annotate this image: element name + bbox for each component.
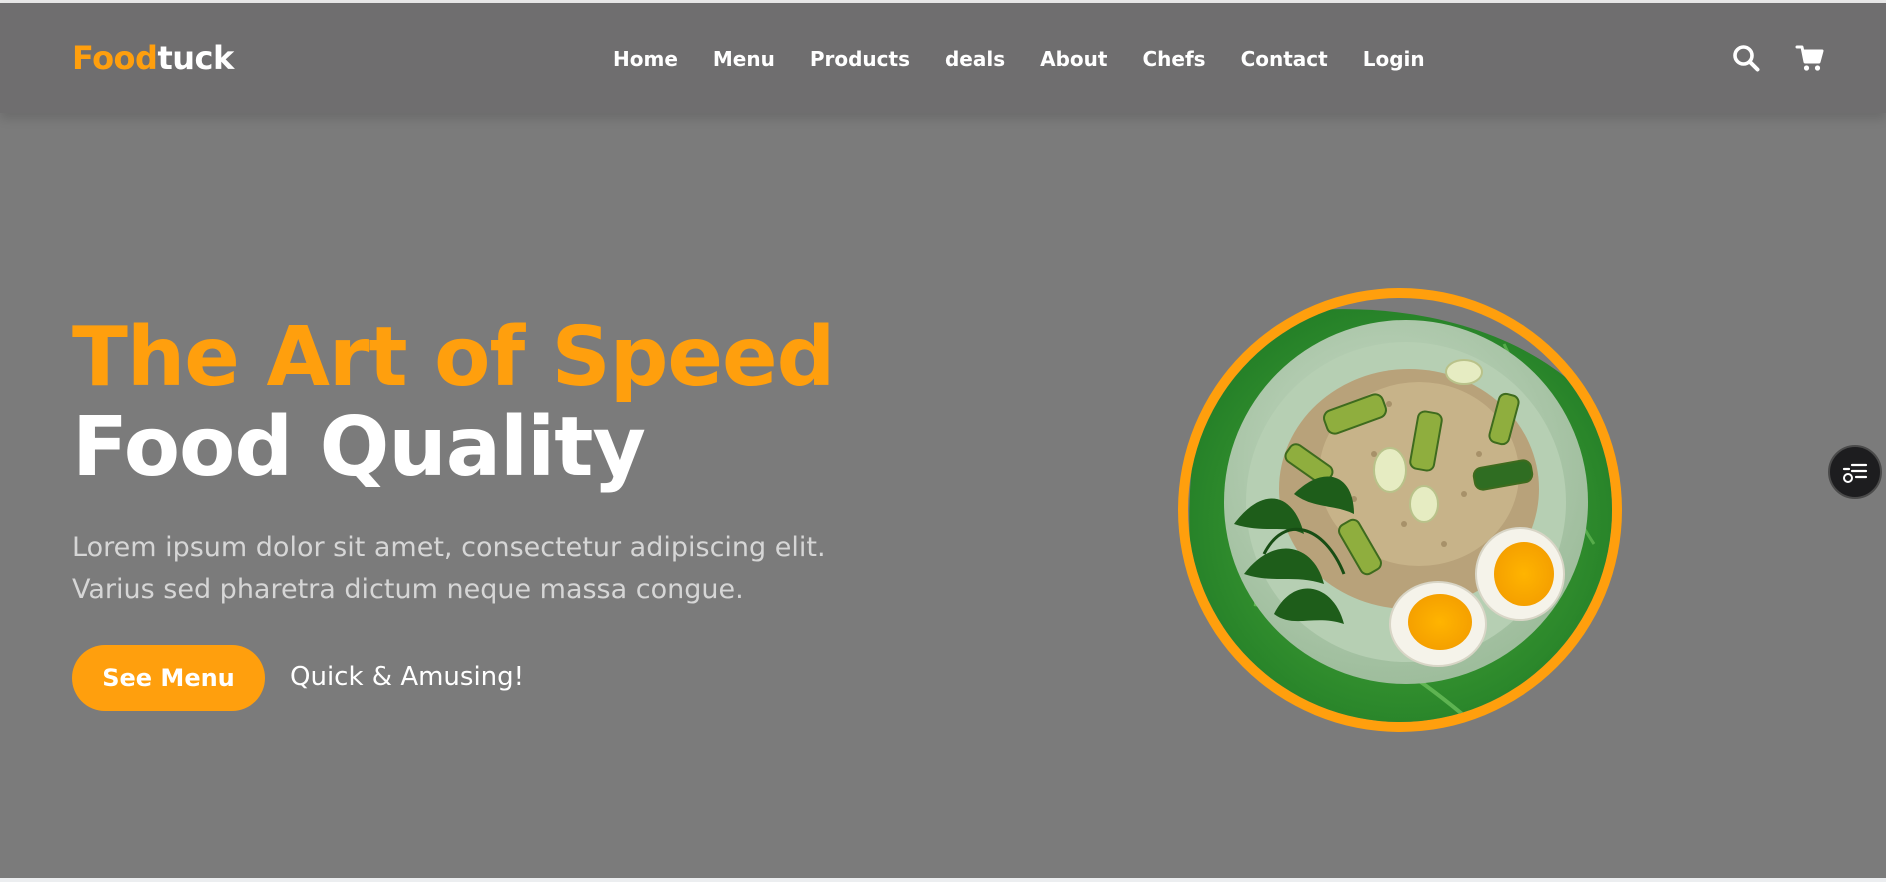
- nav-about[interactable]: About: [1040, 47, 1107, 77]
- nav-home[interactable]: Home: [613, 47, 678, 77]
- food-bowl-image: [1174, 284, 1626, 736]
- logo[interactable]: Foodtuck: [72, 39, 234, 77]
- nav-contact[interactable]: Contact: [1241, 47, 1328, 77]
- nav-products[interactable]: Products: [810, 47, 910, 77]
- nav-chefs[interactable]: Chefs: [1142, 47, 1205, 77]
- see-menu-button[interactable]: See Menu: [72, 645, 265, 711]
- list-settings-icon[interactable]: [1828, 445, 1882, 499]
- site-header: Foodtuck Home Menu Products deals About …: [0, 3, 1886, 113]
- nav-deals[interactable]: deals: [945, 47, 1005, 77]
- hero-title: The Art of Speed Food Quality: [72, 310, 835, 495]
- hero-tagline: Quick & Amusing!: [290, 662, 525, 692]
- main-nav: Home Menu Products deals About Chefs Con…: [613, 47, 1460, 77]
- search-icon[interactable]: [1731, 43, 1761, 73]
- page: Foodtuck Home Menu Products deals About …: [0, 0, 1886, 878]
- page-bottom-edge: [0, 878, 1886, 882]
- logo-part-food: Food: [72, 39, 158, 77]
- cart-icon[interactable]: [1795, 43, 1825, 73]
- hero-title-line-2: Food Quality: [72, 400, 646, 495]
- nav-menu[interactable]: Menu: [713, 47, 775, 77]
- hero-title-line-1: The Art of Speed: [72, 310, 835, 405]
- hero-description: Lorem ipsum dolor sit amet, consectetur …: [72, 532, 826, 605]
- logo-part-tuck: tuck: [157, 39, 234, 77]
- nav-login[interactable]: Login: [1363, 47, 1425, 77]
